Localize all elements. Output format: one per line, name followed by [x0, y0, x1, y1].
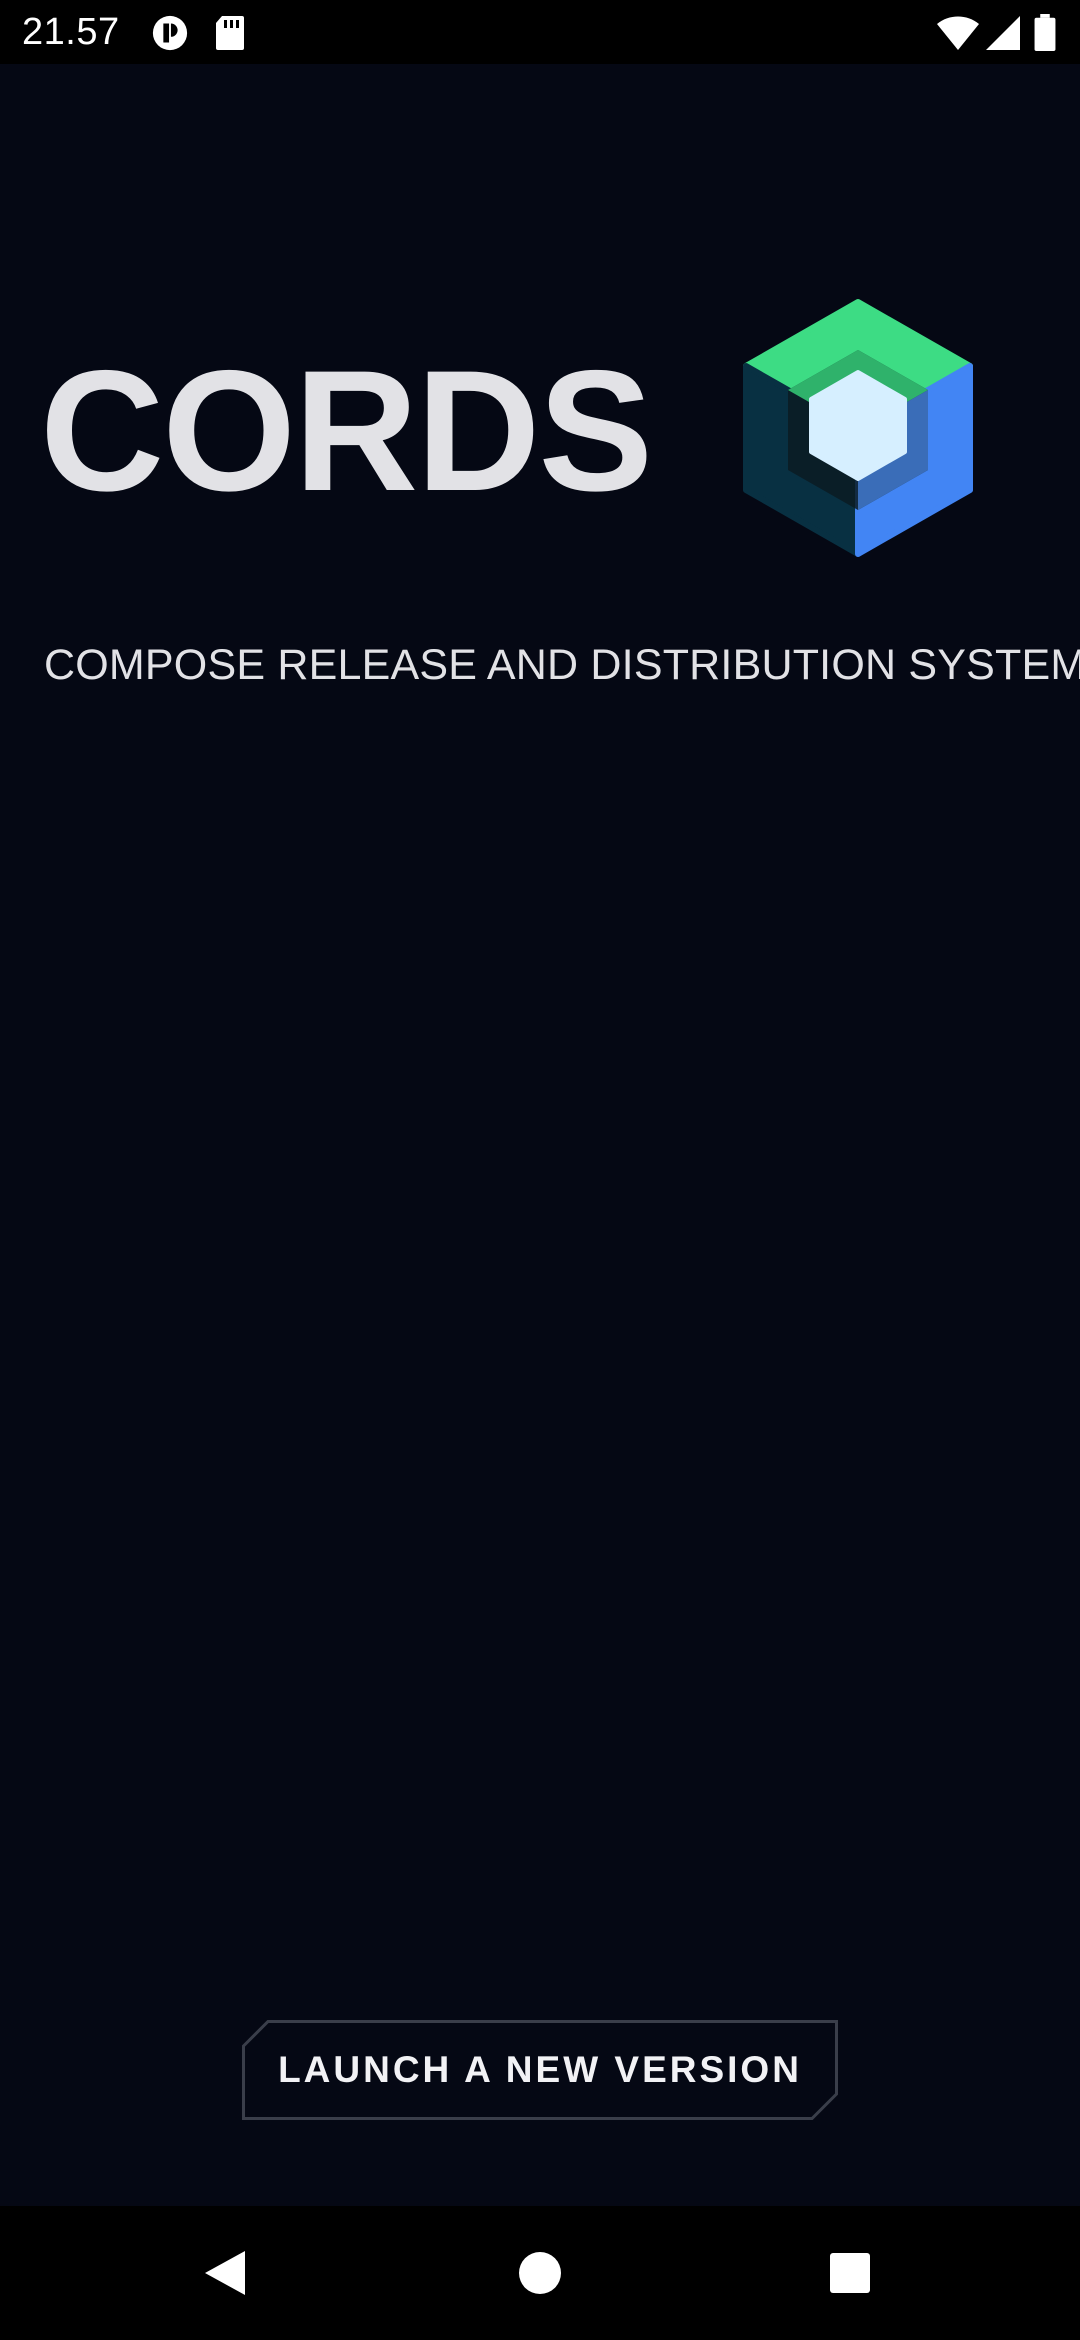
- app-subtitle: COMPOSE RELEASE AND DISTRIBUTION SYSTEM: [44, 641, 1080, 689]
- back-icon: [205, 2251, 245, 2295]
- launch-button-label: LAUNCH A NEW VERSION: [278, 2049, 802, 2090]
- wifi-icon: [936, 14, 980, 52]
- battery-icon: [1032, 14, 1058, 52]
- home-button[interactable]: [495, 2228, 585, 2318]
- recents-button[interactable]: [805, 2228, 895, 2318]
- jetpack-compose-logo-icon: [742, 298, 974, 558]
- app-screen: 21.57 CORDS COMPOSE RELEASE AND DISTRIBU…: [0, 0, 1080, 2340]
- app-title: CORDS: [40, 335, 653, 527]
- cellular-signal-icon: [984, 14, 1022, 52]
- launch-new-version-button[interactable]: LAUNCH A NEW VERSION: [242, 2020, 838, 2120]
- app-notification-icon: [150, 14, 190, 52]
- home-icon: [519, 2252, 561, 2294]
- sd-card-icon: [214, 14, 246, 52]
- recents-icon: [830, 2253, 870, 2293]
- status-bar: 21.57: [0, 0, 1080, 64]
- back-button[interactable]: [180, 2228, 270, 2318]
- system-navigation-bar: [0, 2206, 1080, 2340]
- status-time: 21.57: [22, 11, 120, 53]
